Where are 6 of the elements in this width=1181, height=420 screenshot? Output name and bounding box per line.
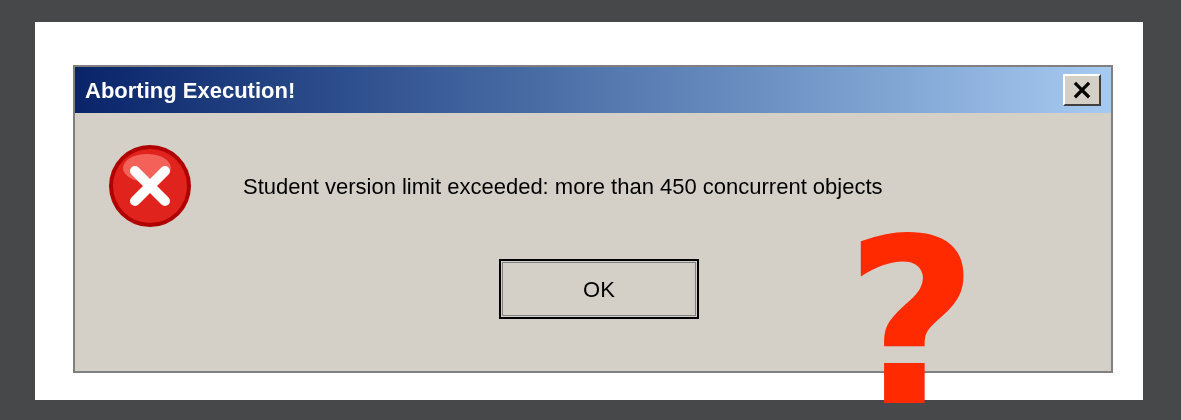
error-message: Student version limit exceeded: more than 450 concurrent objects [243,172,883,201]
ok-button[interactable]: OK [499,259,699,319]
window-title: Aborting Execution! [85,76,296,105]
question-mark: ? [845,232,979,416]
error-icon [107,143,193,229]
close-button[interactable]: × [1063,74,1101,106]
